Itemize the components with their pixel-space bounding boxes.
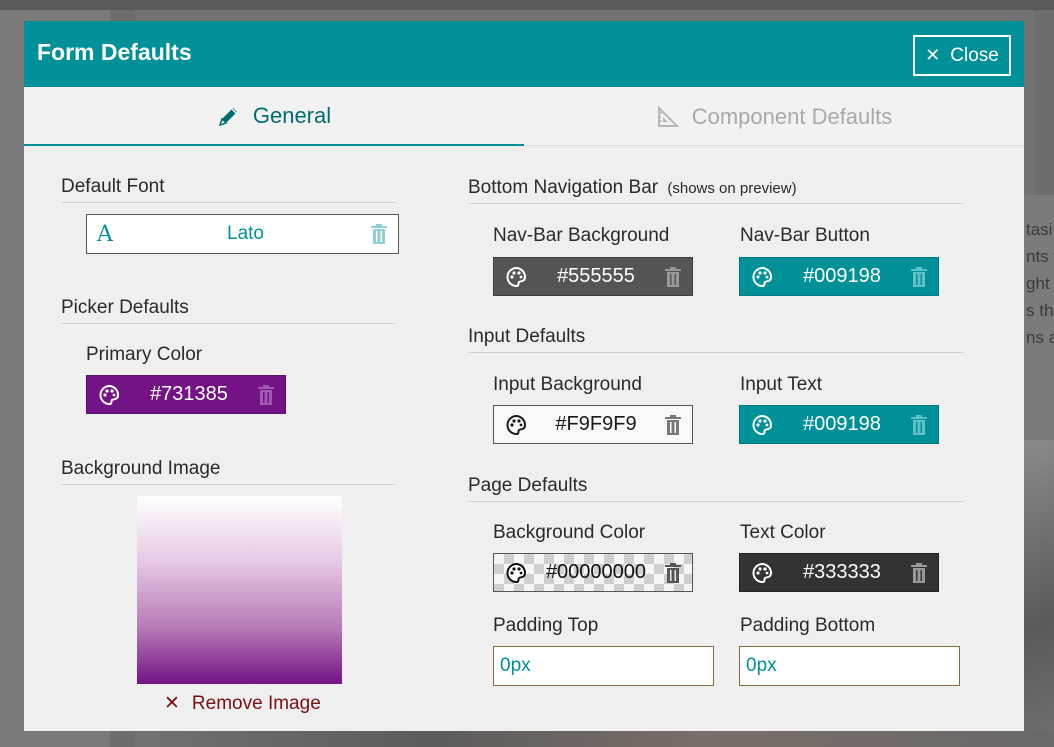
close-icon: ✕ [925, 45, 941, 65]
background-image-preview[interactable] [137, 496, 342, 684]
primary-color-label: Primary Color [86, 344, 203, 365]
picker-defaults-title: Picker Defaults [61, 297, 189, 318]
page-defaults-title: Page Defaults [468, 475, 588, 496]
background-text-line: ns a [1026, 328, 1054, 347]
background-text-line: nts t [1026, 247, 1054, 266]
background-image-title: Background Image [61, 458, 221, 479]
nav-bar-button-picker[interactable]: #009198 [739, 257, 939, 296]
tab-general[interactable]: General [24, 87, 524, 146]
nav-bar-button-label: Nav-Bar Button [740, 225, 870, 246]
bottom-nav-subtitle: (shows on preview) [667, 180, 797, 197]
background-color-label: Background Color [493, 522, 646, 543]
input-text-value: #009198 [803, 413, 881, 435]
palette-icon [506, 414, 527, 435]
font-name: Lato [227, 223, 264, 244]
pencil-icon [218, 107, 237, 126]
remove-image-button[interactable]: ✕ Remove Image [164, 692, 321, 715]
trash-icon[interactable] [910, 562, 928, 583]
close-button[interactable]: ✕ Close [913, 35, 1011, 76]
tab-general-label: General [252, 102, 332, 128]
page-defaults-heading: Page Defaults [468, 475, 964, 502]
background-image-heading: Background Image [61, 458, 396, 485]
background-text-line: ght [1026, 274, 1050, 293]
default-font-title: Default Font [61, 176, 165, 197]
bottom-nav-heading: Bottom Navigation Bar (shows on preview) [468, 177, 964, 204]
close-button-label: Close [950, 44, 999, 66]
modal-header: Form Defaults ✕ Close [24, 21, 1024, 87]
palette-icon [752, 414, 773, 435]
tab-component-defaults-label: Component Defaults [691, 103, 893, 129]
padding-top-label: Padding Top [493, 615, 599, 636]
input-background-label: Input Background [493, 374, 642, 395]
text-color-label: Text Color [740, 522, 826, 543]
palette-icon [752, 562, 773, 583]
background-photo-strip [160, 731, 1054, 747]
nav-bar-background-label: Nav-Bar Background [493, 225, 670, 246]
background-photo [1024, 440, 1054, 747]
input-background-value: #F9F9F9 [555, 413, 637, 435]
input-defaults-title: Input Defaults [468, 326, 586, 347]
trash-icon[interactable] [910, 266, 928, 287]
trash-icon[interactable] [910, 414, 928, 435]
ruler-triangle-icon [657, 105, 680, 127]
tab-component-defaults[interactable]: Component Defaults [524, 87, 1024, 146]
trash-icon[interactable] [664, 266, 682, 287]
nav-bar-background-value: #555555 [557, 265, 635, 287]
primary-color-value: #731385 [150, 383, 228, 405]
text-color-value: #333333 [803, 561, 881, 583]
remove-icon: ✕ [164, 693, 180, 714]
background-color-value: #00000000 [545, 561, 647, 583]
trash-icon[interactable] [257, 384, 275, 405]
font-icon: A [97, 221, 113, 247]
padding-bottom-input[interactable] [739, 646, 960, 686]
input-defaults-heading: Input Defaults [468, 326, 964, 353]
remove-image-label: Remove Image [191, 692, 321, 714]
modal-title: Form Defaults [37, 39, 192, 65]
palette-icon [506, 266, 527, 287]
padding-top-input[interactable] [493, 646, 714, 686]
picker-defaults-heading: Picker Defaults [61, 297, 396, 324]
background-text-line: tasi [1026, 220, 1053, 239]
bottom-nav-title: Bottom Navigation Bar [468, 177, 659, 198]
palette-icon [99, 384, 120, 405]
background-color-picker[interactable]: #00000000 [493, 553, 693, 592]
palette-icon [752, 266, 773, 287]
text-color-picker[interactable]: #333333 [739, 553, 939, 592]
background-text-line: s th [1026, 301, 1054, 320]
tab-bar: General Component Defaults [24, 87, 1024, 146]
input-text-picker[interactable]: #009198 [739, 405, 939, 444]
form-defaults-modal: Form Defaults ✕ Close General Component … [24, 21, 1024, 731]
nav-bar-background-picker[interactable]: #555555 [493, 257, 693, 296]
input-background-picker[interactable]: #F9F9F9 [493, 405, 693, 444]
trash-icon[interactable] [370, 224, 388, 244]
padding-bottom-label: Padding Bottom [740, 615, 876, 636]
font-picker[interactable]: A Lato [86, 214, 399, 254]
nav-bar-button-value: #009198 [803, 265, 881, 287]
background-topbar [0, 0, 1054, 10]
trash-icon[interactable] [664, 562, 682, 583]
palette-icon [506, 562, 527, 583]
trash-icon[interactable] [664, 414, 682, 435]
input-text-label: Input Text [740, 374, 823, 395]
default-font-heading: Default Font [61, 176, 396, 203]
primary-color-picker[interactable]: #731385 [86, 375, 286, 414]
